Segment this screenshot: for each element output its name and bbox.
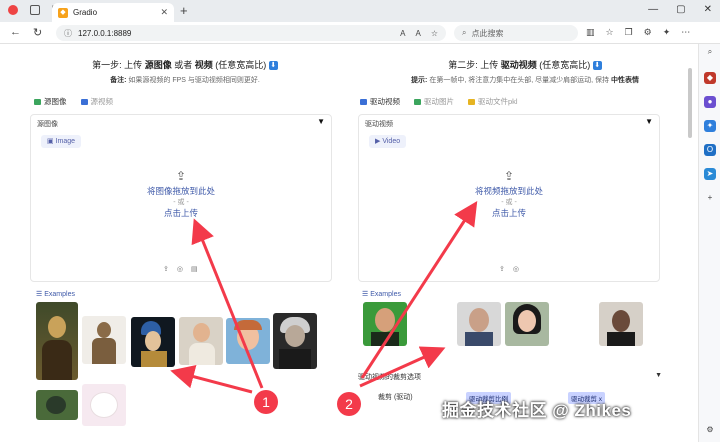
arrow-to-image-upload (191, 218, 264, 389)
callout-badge-2: 2 (337, 392, 361, 416)
annotation-arrows (170, 200, 478, 394)
arrow-to-video-upload (360, 200, 478, 379)
site-watermark: 掘金技术社区 @ Zhikes (442, 401, 632, 420)
callout-badge-1: 1 (254, 390, 278, 414)
arrow-to-image-examples (170, 364, 253, 394)
arrow-to-video-examples (359, 346, 446, 388)
